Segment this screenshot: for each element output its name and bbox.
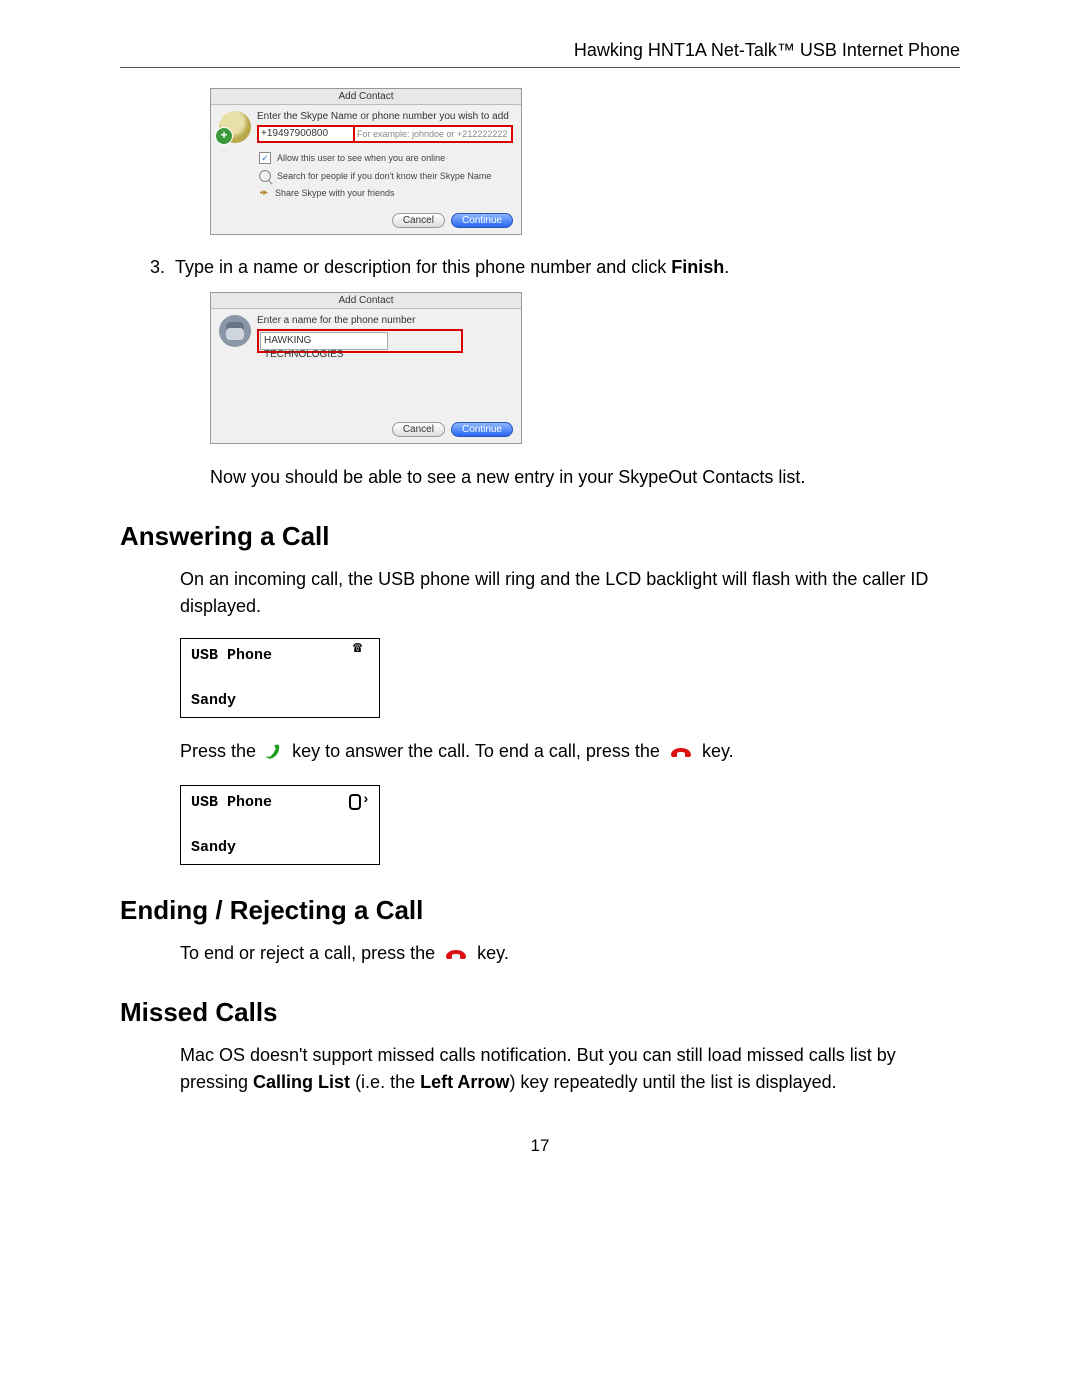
step-3: 3. Type in a name or description for thi… [120, 255, 960, 280]
add-contact-dialog-2: Add Contact Enter a name for the phone n… [210, 292, 522, 444]
allow-checkbox[interactable]: ✓ [259, 152, 271, 164]
lcd2-line1: USB Phone [191, 794, 272, 811]
cancel-button-2[interactable]: Cancel [392, 422, 445, 437]
answering-call-p1: On an incoming call, the USB phone will … [120, 566, 960, 620]
missed-calls-text: Mac OS doesn't support missed calls noti… [120, 1042, 960, 1096]
answering-call-heading: Answering a Call [120, 521, 960, 552]
search-icon [259, 170, 271, 182]
contact-name-input[interactable]: HAWKING TECHNOLOGIES [260, 332, 388, 350]
answer-key-text: Press the key to answer the call. To end… [120, 738, 960, 765]
allow-label: Allow this user to see when you are onli… [277, 153, 445, 163]
header-title: Hawking HNT1A Net-Talk™ USB Internet Pho… [574, 40, 960, 60]
ending-call-text: To end or reject a call, press the key. [120, 940, 960, 967]
add-user-icon [219, 111, 251, 143]
lcd-incoming: USB Phone Sandy [180, 638, 380, 718]
lcd-in-call: USB Phone Sandy [180, 785, 380, 865]
after-dialogs-text: Now you should be able to see a new entr… [120, 464, 960, 491]
search-people-link[interactable]: Search for people if you don't know thei… [277, 171, 491, 181]
step-3-text: Type in a name or description for this p… [175, 255, 729, 280]
share-icon [259, 188, 269, 198]
step-number: 3. [150, 255, 165, 280]
continue-button-2[interactable]: Continue [451, 422, 513, 437]
add-contact-dialog-1: Add Contact Enter the Skype Name or phon… [210, 88, 522, 235]
phone-contact-icon [219, 315, 251, 347]
ringer-icon [353, 647, 369, 661]
lcd1-line1: USB Phone [191, 647, 272, 664]
share-skype-link[interactable]: Share Skype with your friends [275, 188, 395, 198]
lcd1-line2: Sandy [191, 692, 369, 709]
skype-name-input[interactable]: +19497900800 [257, 125, 355, 143]
ending-call-heading: Ending / Rejecting a Call [120, 895, 960, 926]
hangup-key-icon-2 [444, 947, 468, 961]
cancel-button[interactable]: Cancel [392, 213, 445, 228]
missed-calls-heading: Missed Calls [120, 997, 960, 1028]
dialog1-title: Add Contact [211, 89, 521, 105]
answer-key-icon [265, 743, 283, 761]
dialog2-title: Add Contact [211, 293, 521, 309]
continue-button[interactable]: Continue [451, 213, 513, 228]
hangup-key-icon [669, 745, 693, 759]
lcd2-line2: Sandy [191, 839, 369, 856]
example-hint: For example: johndoe or +212222222 [353, 125, 513, 143]
active-call-icon [349, 794, 369, 810]
dialog2-prompt: Enter a name for the phone number [257, 315, 513, 326]
page-header: Hawking HNT1A Net-Talk™ USB Internet Pho… [120, 40, 960, 68]
dialog1-prompt: Enter the Skype Name or phone number you… [257, 111, 513, 122]
page-number: 17 [120, 1136, 960, 1156]
